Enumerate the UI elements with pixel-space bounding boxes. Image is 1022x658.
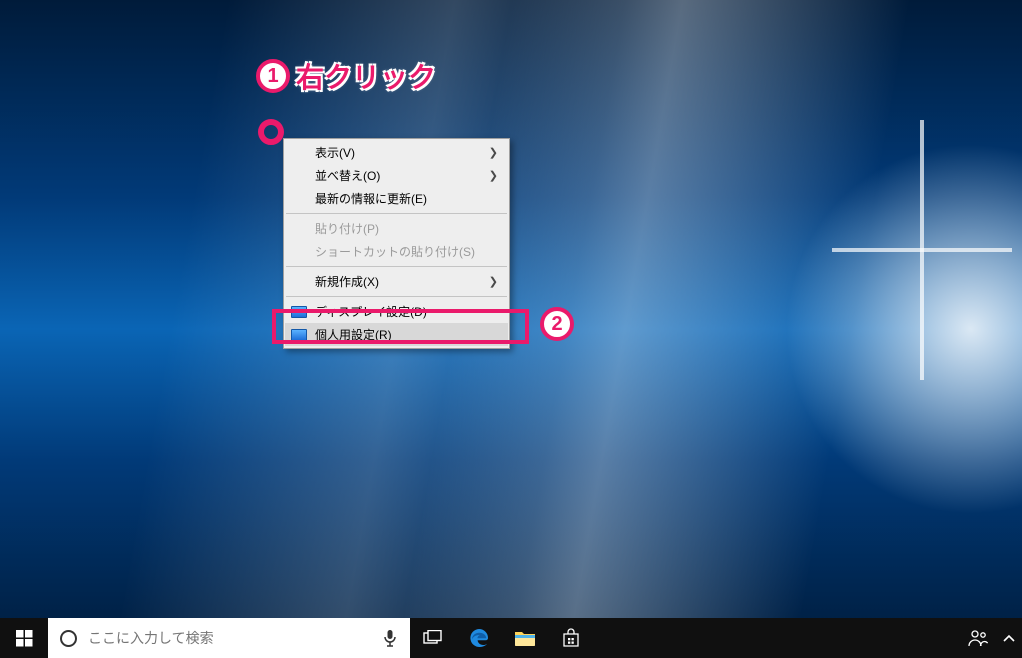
folder-icon [514,629,536,647]
system-tray [960,618,1022,658]
menu-item-view[interactable]: 表示(V) ❯ [285,141,508,164]
menu-separator [286,296,507,297]
taskbar-search[interactable] [48,618,410,658]
display-icon [291,306,307,318]
edge-button[interactable] [456,618,502,658]
search-input[interactable] [88,618,370,658]
menu-item-display-settings[interactable]: ディスプレイ設定(D) [285,300,508,323]
edge-icon [468,627,490,649]
chevron-up-icon [1003,634,1015,642]
task-view-icon [423,630,443,646]
menu-item-personalize[interactable]: 個人用設定(R) [285,323,508,346]
start-button[interactable] [0,618,48,658]
file-explorer-button[interactable] [502,618,548,658]
annotation-step1: 1 右クリック [256,56,436,96]
wallpaper-window-pane [832,120,1012,380]
tray-chevron-up[interactable] [996,618,1022,658]
desktop-context-menu: 表示(V) ❯ 並べ替え(O) ❯ 最新の情報に更新(E) 貼り付け(P) ショ… [283,138,510,349]
menu-item-new[interactable]: 新規作成(X) ❯ [285,270,508,293]
taskbar [0,618,1022,658]
personalize-icon [291,329,307,341]
chevron-right-icon: ❯ [489,275,498,288]
store-button[interactable] [548,618,594,658]
chevron-right-icon: ❯ [489,146,498,159]
menu-item-sort[interactable]: 並べ替え(O) ❯ [285,164,508,187]
menu-item-paste-shortcut: ショートカットの貼り付け(S) [285,240,508,263]
annotation-text-1: 右クリック [296,56,436,96]
windows-logo-icon [16,630,33,647]
store-icon [561,628,581,648]
annotation-badge-2: 2 [540,307,574,341]
menu-item-paste: 貼り付け(P) [285,217,508,240]
menu-separator [286,266,507,267]
desktop-wallpaper[interactable]: 1 右クリック 表示(V) ❯ 並べ替え(O) ❯ 最新の情報に更新(E) 貼り… [0,0,1022,658]
menu-item-refresh[interactable]: 最新の情報に更新(E) [285,187,508,210]
people-button[interactable] [960,618,996,658]
annotation-click-point [258,119,284,145]
task-view-button[interactable] [410,618,456,658]
cortana-icon[interactable] [48,630,88,647]
people-icon [968,629,988,647]
annotation-badge-1: 1 [256,59,290,93]
annotation-step2: 2 [540,307,574,341]
menu-separator [286,213,507,214]
chevron-right-icon: ❯ [489,169,498,182]
mic-icon[interactable] [370,629,410,647]
